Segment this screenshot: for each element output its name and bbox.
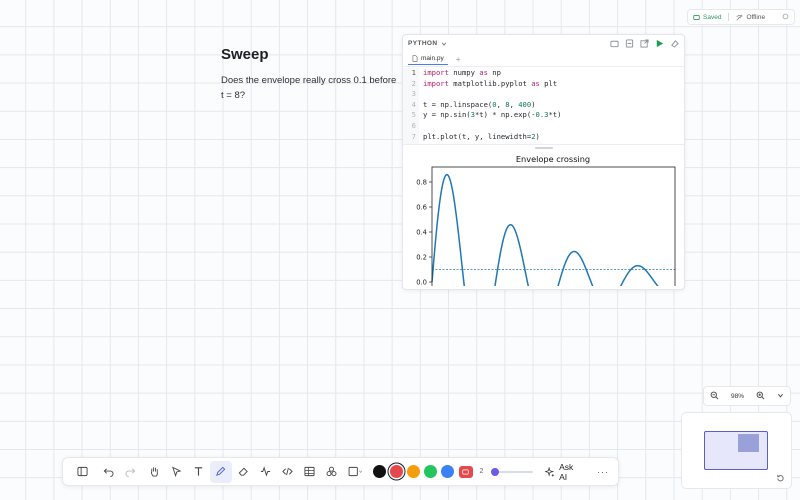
wifi-off-icon — [736, 13, 743, 21]
zoom-controls: 98% — [703, 386, 791, 406]
rectangle-tool-icon[interactable] — [343, 461, 369, 483]
shapes-icon[interactable] — [321, 461, 343, 483]
color-swatch-blue[interactable] — [440, 465, 454, 478]
minimap-viewport[interactable] — [704, 431, 768, 470]
note-title[interactable]: Sweep — [221, 46, 269, 63]
stroke-width-slider[interactable] — [491, 467, 534, 477]
line-number: 7 — [411, 131, 416, 141]
sidebar-toggle-icon[interactable] — [72, 461, 94, 483]
y-tick-label: 0.2 — [416, 254, 427, 262]
redo-icon[interactable] — [119, 461, 141, 483]
code-line: import matplotlib.pyplot as plt — [423, 78, 558, 88]
fill-color-swatch[interactable] — [458, 465, 473, 478]
zoom-menu-button[interactable] — [777, 392, 784, 401]
reset-view-icon[interactable] — [776, 474, 785, 483]
plot-output: Envelope crossing 0.0 0.2 0.4 0.6 0.8 — [403, 150, 684, 286]
zoom-out-button[interactable] — [710, 391, 719, 402]
y-tick-label: 0.8 — [416, 179, 427, 187]
sync-icon[interactable] — [782, 13, 789, 22]
line-number: 4 — [411, 99, 416, 109]
axes-frame — [431, 166, 676, 286]
file-icon — [412, 55, 418, 62]
stroke-width-value: 2 — [479, 468, 484, 475]
clear-icon[interactable] — [670, 39, 679, 48]
plot-area — [431, 173, 675, 286]
line-number: 5 — [411, 110, 416, 120]
language-label: PYTHON — [408, 40, 438, 47]
y-tick-label: 0.4 — [416, 229, 427, 237]
code-cell[interactable]: PYTHON main.py + 1 2 3 4 5 6 7 import nu… — [402, 34, 685, 290]
color-swatch-red[interactable] — [389, 465, 403, 478]
y-axis: 0.0 0.2 0.4 0.6 0.8 — [416, 179, 432, 287]
code-lines: import numpy as np import matplotlib.pypl… — [419, 68, 562, 144]
add-tab-button[interactable]: + — [456, 55, 461, 64]
code-icon[interactable] — [276, 461, 298, 483]
ask-ai-label: Ask AI — [559, 461, 574, 482]
waveform-icon[interactable] — [254, 461, 276, 483]
open-external-icon[interactable] — [640, 39, 649, 48]
status-bar: Saved Offline — [687, 9, 795, 25]
tab-main-py[interactable]: main.py — [408, 53, 448, 65]
undo-icon[interactable] — [97, 461, 119, 483]
minimap-code-cell — [738, 434, 759, 452]
color-swatch-orange[interactable] — [406, 465, 420, 478]
code-line: import numpy as np — [423, 68, 501, 77]
chart-title: Envelope crossing — [516, 154, 590, 164]
eraser-icon[interactable] — [232, 461, 254, 483]
chevron-down-icon — [777, 393, 783, 398]
zoom-in-button[interactable] — [756, 391, 765, 402]
status-divider — [728, 13, 730, 21]
offline-label: Offline — [746, 13, 766, 21]
code-editor[interactable]: 1 2 3 4 5 6 7 import numpy as np import m… — [403, 67, 684, 144]
language-selector[interactable]: PYTHON — [408, 40, 447, 47]
folder-icon[interactable] — [610, 39, 619, 48]
tab-label: main.py — [421, 55, 444, 62]
y-tick-label: 0.0 — [416, 279, 427, 287]
zoom-out-icon — [710, 391, 719, 399]
note-body[interactable]: Does the envelope really cross 0.1 befor… — [221, 73, 399, 103]
code-line: t = np.linspace(0, 8, 400) — [423, 99, 536, 109]
saved-indicator: Saved — [693, 14, 721, 21]
saved-label: Saved — [703, 13, 722, 21]
cloud-check-icon — [693, 14, 700, 20]
line-number: 2 — [411, 78, 416, 88]
file-tabs: main.py + — [403, 52, 684, 67]
hand-icon[interactable] — [143, 461, 165, 483]
text-tool-icon[interactable] — [188, 461, 210, 483]
chevron-down-icon — [441, 42, 446, 46]
run-icon[interactable] — [655, 39, 664, 48]
zoom-level[interactable]: 98% — [731, 393, 744, 400]
select-pointer-icon[interactable] — [166, 461, 188, 483]
pen-icon[interactable] — [209, 460, 232, 483]
sparkle-icon — [545, 466, 555, 477]
line-number: 1 — [411, 68, 416, 77]
code-line: y = np.sin(3*t) * np.exp(-0.3*t) — [423, 110, 562, 120]
line-number: 6 — [411, 120, 416, 130]
fill-icon — [462, 469, 469, 474]
cell-header: PYTHON — [403, 35, 684, 52]
color-swatch-green[interactable] — [423, 465, 437, 478]
code-line: plt.plot(t, y, linewidth=2) — [423, 131, 540, 141]
ask-ai-button[interactable]: Ask AI — [545, 462, 583, 482]
minimap[interactable] — [681, 412, 792, 489]
save-file-icon[interactable] — [625, 39, 634, 48]
slider-knob[interactable] — [491, 467, 500, 476]
bottom-toolbar: 2 Ask AI ··· — [62, 457, 619, 486]
line-number: 3 — [411, 89, 416, 99]
plot-svg: Envelope crossing 0.0 0.2 0.4 0.6 0.8 — [416, 154, 676, 287]
offline-toggle[interactable]: Offline — [736, 14, 765, 21]
more-menu-button[interactable]: ··· — [597, 467, 609, 477]
table-icon[interactable] — [299, 461, 321, 483]
y-tick-label: 0.6 — [416, 204, 427, 212]
zoom-in-icon — [756, 391, 765, 399]
line-numbers: 1 2 3 4 5 6 7 — [403, 68, 419, 144]
color-swatch-black[interactable] — [373, 465, 386, 478]
